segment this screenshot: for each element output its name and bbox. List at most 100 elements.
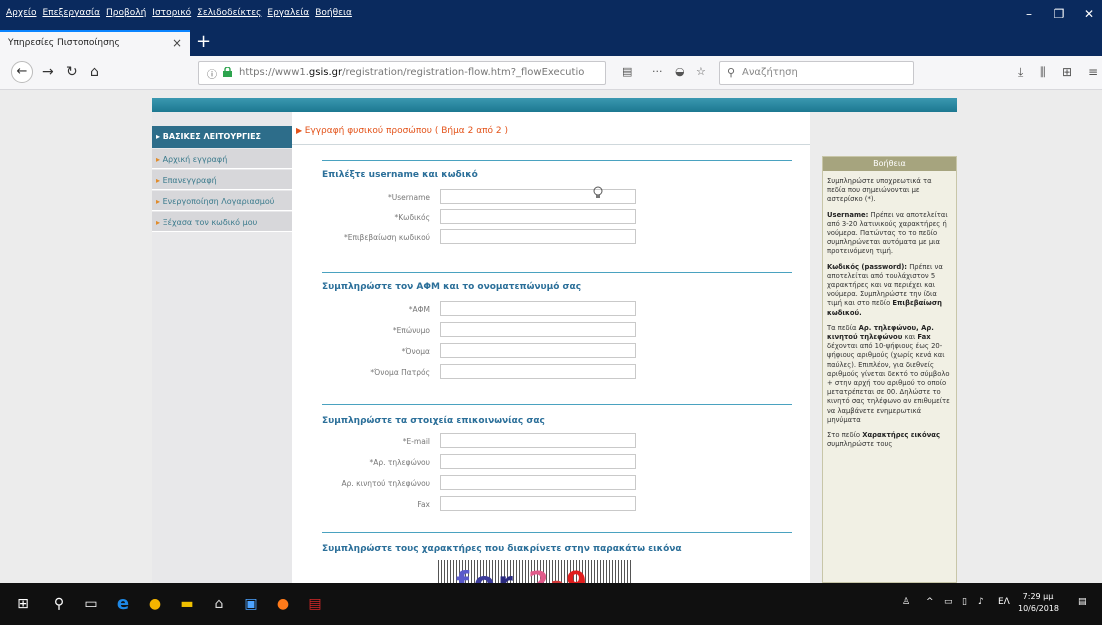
help-body: Συμπληρώστε υποχρεωτικά τα πεδία που σημ… bbox=[823, 171, 956, 449]
menu-item-help[interactable]: Βοήθεια bbox=[315, 8, 352, 18]
menu-item-bookmarks[interactable]: Σελιδοδείκτες bbox=[197, 8, 261, 18]
notifications-icon[interactable]: ▤ bbox=[1078, 597, 1087, 607]
confirm-password-input[interactable] bbox=[440, 229, 636, 244]
sidebar-item-account-activation[interactable]: Ενεργοποίηση Λογαριασμού bbox=[152, 191, 292, 211]
section-title-tax-id: Συμπληρώστε τον ΑΦΜ και το ονοματεπώνυμό… bbox=[322, 282, 582, 292]
field-label-father-name: *Όνομα Πατρός bbox=[370, 368, 430, 377]
section-divider bbox=[322, 404, 792, 405]
section-title-captcha: Συμπληρώστε τους χαρακτήρες που διακρίνε… bbox=[322, 544, 682, 554]
field-label-surname: *Επώνυμο bbox=[392, 326, 430, 335]
reader-view-icon[interactable]: ▤ bbox=[622, 65, 632, 78]
url-bar[interactable]: ⓘ https://www1.gsis.gr/registration/regi… bbox=[198, 61, 606, 85]
captcha-char: a bbox=[550, 574, 565, 583]
network-icon[interactable]: ▭ bbox=[944, 597, 953, 607]
menu-item-history[interactable]: Ιστορικό bbox=[152, 8, 191, 18]
tab-active[interactable]: Υπηρεσίες Πιστοποίησης × bbox=[0, 30, 190, 56]
library-icon[interactable]: ⫼ bbox=[1040, 65, 1046, 80]
help-paragraph: Username: Πρέπει να αποτελείται από 3-20… bbox=[827, 211, 952, 257]
email-input[interactable] bbox=[440, 433, 636, 448]
close-window-button[interactable]: ✕ bbox=[1076, 4, 1102, 24]
bookmark-star-icon[interactable]: ☆ bbox=[696, 65, 706, 78]
field-label-confirm-password: *Επιβεβαίωση κωδικού bbox=[344, 233, 430, 242]
menu-hamburger-icon[interactable]: ≡ bbox=[1088, 65, 1098, 79]
clock-time: 7:29 μμ bbox=[1022, 592, 1054, 601]
help-text: Στο πεδίο bbox=[827, 431, 863, 440]
clock[interactable]: 7:29 μμ 10/6/2018 bbox=[1018, 591, 1059, 615]
menu-item-file[interactable]: Αρχείο bbox=[6, 8, 37, 18]
file-explorer-icon[interactable]: ▬ bbox=[178, 595, 196, 613]
back-arrow-icon[interactable]: ← bbox=[11, 61, 33, 83]
firefox-icon[interactable]: ● bbox=[274, 595, 292, 613]
page-breadcrumb: Εγγραφή φυσικού προσώπου ( Βήμα 2 από 2 … bbox=[296, 126, 508, 136]
section-title-contact: Συμπληρώστε τα στοιχεία επικοινωνίας σας bbox=[322, 416, 545, 426]
password-input[interactable] bbox=[440, 209, 636, 224]
help-paragraph: Κωδικός (password): Πρέπει να αποτελείτα… bbox=[827, 263, 952, 318]
captcha-char: o bbox=[474, 566, 495, 583]
downloads-icon[interactable]: ⤓ bbox=[1018, 65, 1023, 80]
pocket-icon[interactable]: ◒ bbox=[675, 65, 685, 78]
title-bar: Αρχείο Επεξεργασία Προβολή Ιστορικό Σελι… bbox=[0, 0, 1102, 30]
fax-input[interactable] bbox=[440, 496, 636, 511]
help-term: Username: bbox=[827, 210, 869, 219]
phone-input[interactable] bbox=[440, 454, 636, 469]
first-name-input[interactable] bbox=[440, 343, 636, 358]
app-icon[interactable]: ▣ bbox=[242, 595, 260, 613]
forward-arrow-icon[interactable]: → bbox=[42, 64, 54, 80]
windows-start-icon[interactable]: ⊞ bbox=[14, 595, 32, 613]
lightbulb-hint-icon[interactable] bbox=[592, 186, 604, 200]
extension-icon[interactable]: ⊞ bbox=[1062, 65, 1072, 79]
home-icon[interactable]: ⌂ bbox=[90, 64, 99, 80]
menu-item-view[interactable]: Προβολή bbox=[106, 8, 146, 18]
people-icon[interactable]: ♙ bbox=[902, 597, 910, 607]
volume-icon[interactable]: ♪ bbox=[978, 597, 984, 607]
section-divider bbox=[322, 272, 792, 273]
search-icon: ⚲ bbox=[727, 66, 736, 79]
site-header-band bbox=[152, 98, 957, 112]
pdf-reader-icon[interactable]: ▤ bbox=[306, 595, 324, 613]
father-name-input[interactable] bbox=[440, 364, 636, 379]
help-text: δέχονται από 10-ψήφιους έως 20-ψήφιους α… bbox=[827, 342, 950, 424]
tab-bar: Υπηρεσίες Πιστοποίησης × + bbox=[0, 30, 1102, 56]
store-icon[interactable]: ⌂ bbox=[210, 595, 228, 613]
info-icon[interactable]: ⓘ bbox=[207, 66, 217, 81]
help-panel: Βοήθεια Συμπληρώστε υποχρεωτικά τα πεδία… bbox=[822, 156, 957, 583]
sidebar-item-forgot-password[interactable]: Ξέχασα τον κωδικό μου bbox=[152, 212, 292, 232]
menu-item-tools[interactable]: Εργαλεία bbox=[267, 8, 309, 18]
sidebar-header: ▸ ΒΑΣΙΚΕΣ ΛΕΙΤΟΥΡΓΙΕΣ bbox=[152, 126, 292, 148]
help-paragraph: Τα πεδία Αρ. τηλεφώνου, Αρ. κινητού τηλε… bbox=[827, 324, 952, 425]
task-view-icon[interactable]: ▭ bbox=[82, 595, 100, 613]
username-input[interactable] bbox=[440, 189, 636, 204]
chrome-icon[interactable]: ● bbox=[146, 595, 164, 613]
divider bbox=[292, 144, 810, 145]
page-actions-icon[interactable]: ··· bbox=[652, 65, 663, 78]
section-title-credentials: Επιλέξτε username και κωδικό bbox=[322, 170, 478, 180]
help-term: Χαρακτήρες εικόνας bbox=[862, 431, 941, 440]
maximize-button[interactable]: ❐ bbox=[1046, 4, 1072, 24]
minimize-button[interactable]: – bbox=[1016, 4, 1042, 24]
tab-close-button[interactable]: × bbox=[172, 36, 182, 50]
afm-input[interactable] bbox=[440, 301, 636, 316]
language-indicator[interactable]: ΕΛ bbox=[998, 597, 1010, 607]
field-label-fax: Fax bbox=[417, 500, 430, 509]
tray-chevron-icon[interactable]: ^ bbox=[926, 597, 934, 607]
reload-icon[interactable]: ↻ bbox=[66, 64, 78, 80]
battery-icon[interactable]: ▯ bbox=[962, 597, 967, 607]
sidebar-item-reregistration[interactable]: Επανεγγραφή bbox=[152, 170, 292, 190]
search-placeholder: Αναζήτηση bbox=[742, 67, 798, 78]
url-path: /registration/registration-flow.htm?_flo… bbox=[342, 67, 585, 78]
surname-input[interactable] bbox=[440, 322, 636, 337]
search-icon[interactable]: ⚲ bbox=[50, 595, 68, 613]
lock-icon bbox=[223, 67, 232, 77]
page-viewport: ▸ ΒΑΣΙΚΕΣ ΛΕΙΤΟΥΡΓΙΕΣ Αρχική εγγραφή Επα… bbox=[0, 90, 1102, 583]
field-label-afm: *ΑΦΜ bbox=[408, 305, 430, 314]
edge-browser-icon[interactable]: e bbox=[114, 595, 132, 613]
new-tab-button[interactable]: + bbox=[196, 31, 211, 53]
sidebar-item-initial-registration[interactable]: Αρχική εγγραφή bbox=[152, 149, 292, 169]
section-divider bbox=[322, 160, 792, 161]
menu-item-edit[interactable]: Επεξεργασία bbox=[43, 8, 101, 18]
help-paragraph: Στο πεδίο Χαρακτήρες εικόνας συμπληρώστε… bbox=[827, 431, 952, 449]
mobile-input[interactable] bbox=[440, 475, 636, 490]
search-bar[interactable]: ⚲ Αναζήτηση bbox=[719, 61, 914, 85]
help-term: Κωδικός (password): bbox=[827, 262, 908, 271]
screen: Αρχείο Επεξεργασία Προβολή Ιστορικό Σελι… bbox=[0, 0, 1102, 625]
